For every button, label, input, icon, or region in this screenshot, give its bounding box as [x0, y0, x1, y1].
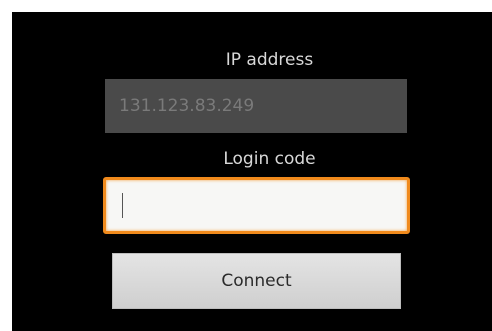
ip-address-label: IP address	[225, 50, 314, 70]
text-cursor	[122, 193, 123, 218]
connect-button[interactable]: Connect	[112, 253, 401, 309]
login-code-label: Login code	[223, 149, 316, 169]
connect-dialog: IP address 131.123.83.249 Login code Con…	[12, 12, 492, 331]
ip-address-field: 131.123.83.249	[105, 79, 407, 133]
login-code-input[interactable]	[103, 177, 410, 234]
